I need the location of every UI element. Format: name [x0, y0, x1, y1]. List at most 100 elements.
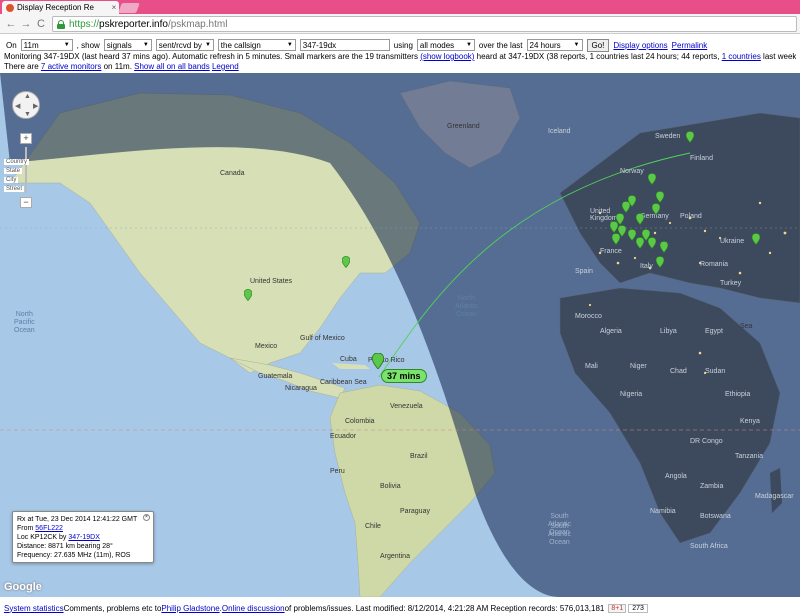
map-place-label: Libya: [660, 328, 677, 335]
map-place-label: Brazil: [410, 453, 428, 460]
author-link[interactable]: Philip Gladstone: [161, 604, 219, 613]
google-plus-button[interactable]: 8+1: [608, 603, 627, 613]
transmitter-marker-icon[interactable]: [648, 237, 656, 249]
tab-close-icon[interactable]: ×: [109, 3, 119, 12]
countries-link[interactable]: 1 countries: [722, 52, 761, 61]
map-place-label: Iceland: [548, 128, 571, 135]
mode-select[interactable]: all modes ▼: [416, 39, 475, 51]
go-button[interactable]: Go!: [586, 38, 610, 52]
reload-icon[interactable]: C: [34, 17, 48, 31]
map-place-label: Botswana: [700, 513, 731, 520]
map-place-label: Algeria: [600, 328, 622, 335]
map-place-label: Nigeria: [620, 391, 643, 398]
map-place-label: Caribbean Sea: [320, 379, 367, 386]
show-select[interactable]: signals ▼: [103, 39, 152, 51]
receiver-age-label[interactable]: 37 mins: [381, 369, 427, 383]
callsign-input[interactable]: 347-19dx: [299, 39, 390, 51]
url-scheme: https://: [69, 18, 100, 30]
permalink-link[interactable]: Permalink: [672, 41, 708, 50]
search-controls: On 11m ▼ , show signals ▼ sent/rcvd by ▼ th…: [4, 38, 796, 52]
map-place-label: Greenland: [447, 123, 480, 130]
transmitter-marker-icon[interactable]: [656, 256, 664, 268]
active-monitors-link[interactable]: 7 active monitors: [41, 62, 101, 71]
pan-right-icon[interactable]: ▶: [33, 102, 38, 110]
show-label: , show: [76, 40, 100, 50]
map-place-label: Kenya: [740, 418, 760, 425]
reception-info-popup: × Rx at Tue, 23 Dec 2014 12:41:22 GMT Fr…: [12, 511, 154, 563]
transmitter-marker-icon[interactable]: [652, 203, 660, 215]
popup-receiver-callsign-link[interactable]: 347-19DX: [68, 534, 100, 541]
map-place-label: France: [600, 248, 622, 255]
transmitter-marker-icon[interactable]: [612, 233, 620, 245]
map-place-label: Guatemala: [258, 373, 293, 380]
pan-left-icon[interactable]: ◀: [15, 102, 20, 110]
transmitter-marker-icon[interactable]: [660, 241, 668, 253]
show-all-bands-link[interactable]: Show all on all bands: [134, 62, 210, 71]
lock-icon: [57, 19, 65, 29]
browser-tab-strip: Display Reception Re ×: [0, 0, 800, 14]
transmitter-marker-icon[interactable]: [244, 289, 252, 301]
direction-select[interactable]: sent/rcvd by ▼: [155, 39, 214, 51]
browser-tab[interactable]: Display Reception Re ×: [2, 1, 119, 14]
reception-map[interactable]: Greenland Canada United States Mexico Venezu…: [0, 73, 800, 597]
back-arrow-icon[interactable]: ←: [4, 17, 18, 31]
band-select[interactable]: 11m ▼: [20, 39, 73, 51]
address-bar[interactable]: https://pskreporter.info/pskmap.html: [52, 16, 797, 32]
system-statistics-link[interactable]: System statistics: [4, 604, 64, 613]
zoom-in-button[interactable]: +: [20, 133, 32, 144]
map-place-label: Sea: [740, 323, 753, 330]
map-place-label: Cuba: [340, 356, 357, 363]
map-place-label: Canada: [220, 170, 245, 177]
transmitter-marker-icon[interactable]: [686, 131, 694, 143]
chevron-down-icon: ▼: [465, 42, 472, 48]
pan-control[interactable]: ▲ ▼ ◀ ▶: [12, 91, 40, 119]
chevron-down-icon: ▼: [286, 42, 293, 48]
transmitter-marker-icon[interactable]: [752, 233, 760, 245]
online-discussion-link[interactable]: Online discussion: [222, 604, 285, 613]
map-place-label: Namibia: [650, 508, 676, 515]
transmitter-marker-icon[interactable]: [636, 237, 644, 249]
period-select[interactable]: 24 hours ▼: [526, 39, 583, 51]
map-place-label: Poland: [680, 213, 702, 220]
zoom-slider-track[interactable]: [25, 147, 27, 193]
map-place-label: DR Congo: [690, 438, 723, 445]
show-logbook-link[interactable]: (show logbook): [420, 52, 474, 61]
map-place-label: Zambia: [700, 483, 724, 490]
close-icon[interactable]: ×: [143, 514, 150, 521]
map-place-label: North Atlantic Ocean: [455, 295, 478, 318]
transmitter-marker-icon[interactable]: [342, 256, 350, 268]
transmitter-marker-icon[interactable]: [622, 201, 630, 213]
popup-rx-time: Rx at Tue, 23 Dec 2014 12:41:22 GMT: [17, 516, 138, 523]
map-place-label: Romania: [700, 261, 729, 268]
display-options-link[interactable]: Display options: [613, 41, 667, 50]
target-select[interactable]: the callsign ▼: [217, 39, 296, 51]
map-place-label: Madagascar: [755, 493, 794, 500]
new-tab-button[interactable]: [118, 3, 140, 13]
chevron-down-icon: ▼: [63, 42, 70, 48]
zoom-tick-label: Country: [4, 159, 30, 165]
transmitter-marker-icon[interactable]: [610, 221, 618, 233]
map-place-label: Mali: [585, 363, 598, 370]
receiver-marker-icon[interactable]: [372, 353, 384, 369]
url-path: /pskmap.html: [167, 18, 228, 30]
pan-down-icon[interactable]: ▼: [24, 111, 31, 118]
popup-from-callsign-link[interactable]: 56FL222: [35, 525, 63, 532]
forward-arrow-icon[interactable]: →: [19, 17, 33, 31]
pan-up-icon[interactable]: ▲: [24, 93, 31, 100]
legend-link[interactable]: Legend: [212, 62, 239, 71]
zoom-out-button[interactable]: −: [20, 197, 32, 208]
map-place-label: Venezuela: [390, 403, 423, 410]
map-place-label: Turkey: [720, 280, 742, 287]
transmitter-marker-icon[interactable]: [628, 229, 636, 241]
transmitter-marker-icon[interactable]: [656, 191, 664, 203]
zoom-tick-label: Street: [4, 186, 25, 192]
map-place-label: Tanzania: [735, 453, 764, 460]
transmitter-marker-icon[interactable]: [636, 213, 644, 225]
map-place-label: Sweden: [655, 133, 681, 140]
on-label: On: [6, 40, 17, 50]
popup-distance: Distance: 8871 km bearing 28°: [17, 543, 113, 550]
map-place-label: Ethiopia: [725, 391, 751, 398]
popup-frequency: Frequency: 27.635 MHz (11m), ROS: [17, 552, 131, 559]
map-place-label: United States: [250, 278, 293, 285]
transmitter-marker-icon[interactable]: [648, 173, 656, 185]
